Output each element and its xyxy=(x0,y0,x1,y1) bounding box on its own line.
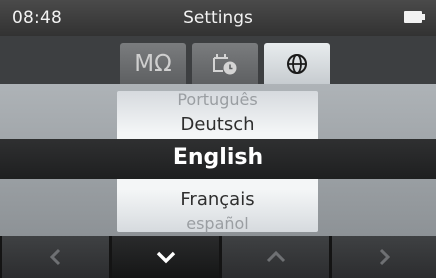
settings-screen: 08:48 Settings MΩ Português Deutsch Engl… xyxy=(0,0,436,278)
tab-language[interactable] xyxy=(264,43,330,84)
globe-icon xyxy=(287,53,307,74)
scroll-down-button[interactable] xyxy=(112,236,219,278)
chevron-down-icon xyxy=(156,251,175,264)
bottom-nav xyxy=(0,236,436,278)
previous-button[interactable] xyxy=(2,236,109,278)
language-option-francais[interactable]: Français xyxy=(117,189,318,210)
screen-title: Settings xyxy=(183,8,253,28)
tab-timer[interactable] xyxy=(192,43,258,84)
chevron-right-icon xyxy=(379,248,391,266)
tab-strip: MΩ xyxy=(0,36,436,84)
next-button[interactable] xyxy=(332,236,436,278)
tab-insulation[interactable]: MΩ xyxy=(120,43,186,84)
tab-insulation-label: MΩ xyxy=(134,50,172,77)
language-option-portugues[interactable]: Português xyxy=(117,90,318,109)
chevron-left-icon xyxy=(49,248,60,266)
language-option-espanol[interactable]: español xyxy=(117,214,318,233)
chevron-up-icon xyxy=(266,250,285,263)
status-bar: 08:48 Settings xyxy=(0,0,436,36)
language-option-deutsch[interactable]: Deutsch xyxy=(117,114,318,135)
language-option-selected[interactable]: English xyxy=(0,145,436,170)
battery-icon xyxy=(404,11,425,23)
timer-icon xyxy=(213,53,237,74)
scroll-up-button[interactable] xyxy=(222,236,329,278)
